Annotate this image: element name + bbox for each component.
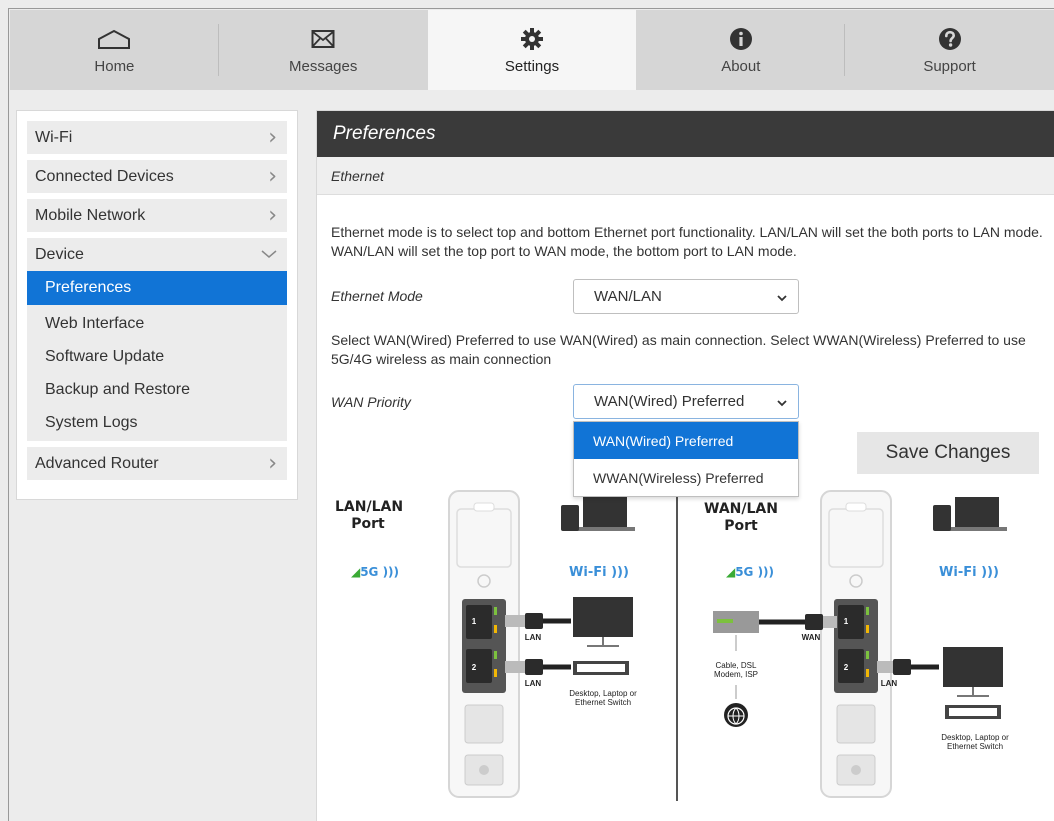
lan-label: LAN bbox=[880, 679, 898, 688]
save-changes-button[interactable]: Save Changes bbox=[857, 432, 1039, 474]
chevron-down-icon bbox=[776, 396, 788, 413]
option-wan-wired-preferred[interactable]: WAN(Wired) Preferred bbox=[574, 422, 798, 459]
wan-description: Select WAN(Wired) Preferred to use WAN(W… bbox=[331, 332, 1026, 367]
wifi-label: Wi-Fi bbox=[939, 565, 977, 580]
main-panel: Preferences Ethernet Ethernet mode is to… bbox=[316, 110, 1054, 821]
wan-lan-port-title: WAN/LAN Port bbox=[704, 501, 778, 534]
tab-label: Messages bbox=[289, 58, 358, 75]
info-icon bbox=[729, 24, 753, 54]
tab-home[interactable]: Home bbox=[10, 10, 219, 90]
port-number-1: 1 bbox=[843, 617, 849, 626]
sidebar-item-wifi[interactable]: Wi-Fi › bbox=[27, 121, 287, 154]
sidebar-item-label: Wi-Fi bbox=[35, 128, 73, 146]
wifi-signal-right: Wi-Fi ))) bbox=[939, 565, 999, 580]
ethernet-diagram: LAN/LAN Port WAN/LAN Port ◢5G ))) ◢5G ))… bbox=[329, 483, 1051, 813]
top-nav: Home Messages Settings About Support bbox=[10, 10, 1054, 90]
port-number-1: 1 bbox=[471, 617, 477, 626]
sidebar-subitem-preferences[interactable]: Preferences bbox=[27, 271, 287, 305]
port-number-2: 2 bbox=[471, 663, 477, 672]
wan-priority-label: WAN Priority bbox=[331, 394, 411, 410]
tab-messages[interactable]: Messages bbox=[219, 10, 428, 90]
sidebar-subitem-system-logs[interactable]: System Logs bbox=[27, 406, 287, 439]
modem-caption: Cable, DSL Modem, ISP bbox=[713, 661, 758, 679]
lan-lan-port-title: LAN/LAN Port bbox=[335, 499, 404, 532]
page-title: Preferences bbox=[317, 111, 1054, 157]
fiveg-label: 5G bbox=[735, 565, 754, 579]
port-number-2: 2 bbox=[843, 663, 849, 672]
chevron-right-icon: › bbox=[268, 202, 277, 228]
sidebar-item-device[interactable]: Device bbox=[27, 238, 287, 271]
fiveg-signal-left: ◢5G ))) bbox=[350, 565, 400, 579]
sidebar-item-label: Device bbox=[35, 245, 84, 263]
chevron-down-icon bbox=[776, 291, 788, 308]
chevron-down-icon bbox=[261, 246, 277, 264]
ethernet-mode-select[interactable]: WAN/LAN bbox=[573, 279, 799, 314]
wifi-label: Wi-Fi bbox=[569, 565, 607, 580]
tab-label: Settings bbox=[504, 58, 560, 75]
option-wwan-wireless-preferred[interactable]: WWAN(Wireless) Preferred bbox=[574, 459, 798, 496]
wan-priority-value: WAN(Wired) Preferred bbox=[594, 393, 745, 410]
envelope-icon bbox=[311, 24, 335, 54]
sidebar-item-label: Mobile Network bbox=[35, 206, 146, 224]
wan-priority-dropdown: WAN(Wired) Preferred WWAN(Wireless) Pref… bbox=[573, 421, 799, 497]
sidebar-group-device: Device Preferences Web Interface Softwar… bbox=[27, 238, 287, 441]
ethernet-mode-label: Ethernet Mode bbox=[331, 288, 423, 304]
chevron-right-icon: › bbox=[268, 163, 277, 189]
sidebar-item-advanced-router[interactable]: Advanced Router › bbox=[27, 447, 287, 480]
fiveg-label: 5G bbox=[360, 565, 379, 579]
ethernet-diagram-graphic bbox=[448, 490, 1007, 801]
sidebar-subitem-web-interface[interactable]: Web Interface bbox=[27, 307, 287, 340]
fiveg-signal-right: ◢5G ))) bbox=[725, 565, 775, 579]
ethernet-description: Ethernet mode is to select top and botto… bbox=[331, 224, 1043, 259]
sidebar-item-mobile-network[interactable]: Mobile Network › bbox=[27, 199, 287, 232]
sidebar-subitem-backup-restore[interactable]: Backup and Restore bbox=[27, 373, 287, 406]
wan-label: WAN bbox=[801, 633, 821, 642]
lan-label: LAN bbox=[524, 633, 542, 642]
sidebar-item-label: Advanced Router bbox=[35, 454, 159, 472]
tab-label: Home bbox=[94, 58, 135, 75]
question-icon bbox=[938, 24, 962, 54]
wifi-signal-left: Wi-Fi ))) bbox=[569, 565, 629, 580]
tab-support[interactable]: Support bbox=[845, 10, 1054, 90]
tab-label: About bbox=[721, 58, 761, 75]
tab-label: Support bbox=[923, 58, 976, 75]
desktop-caption-left: Desktop, Laptop or Ethernet Switch bbox=[569, 689, 637, 707]
sidebar: Wi-Fi › Connected Devices › Mobile Netwo… bbox=[16, 110, 298, 500]
sidebar-item-connected-devices[interactable]: Connected Devices › bbox=[27, 160, 287, 193]
tab-settings[interactable]: Settings bbox=[427, 10, 637, 90]
sidebar-item-label: Connected Devices bbox=[35, 167, 174, 185]
wan-priority-select[interactable]: WAN(Wired) Preferred bbox=[573, 384, 799, 419]
gear-icon bbox=[520, 24, 544, 54]
home-icon bbox=[96, 24, 132, 54]
chevron-right-icon: › bbox=[268, 124, 277, 150]
lan-label: LAN bbox=[524, 679, 542, 688]
desktop-caption-right: Desktop, Laptop or Ethernet Switch bbox=[941, 733, 1009, 751]
sidebar-subitem-software-update[interactable]: Software Update bbox=[27, 340, 287, 373]
globe-icon bbox=[727, 707, 745, 730]
chevron-right-icon: › bbox=[268, 450, 277, 476]
section-title: Ethernet bbox=[317, 157, 1054, 195]
tab-about[interactable]: About bbox=[636, 10, 846, 90]
ethernet-mode-value: WAN/LAN bbox=[594, 288, 662, 305]
